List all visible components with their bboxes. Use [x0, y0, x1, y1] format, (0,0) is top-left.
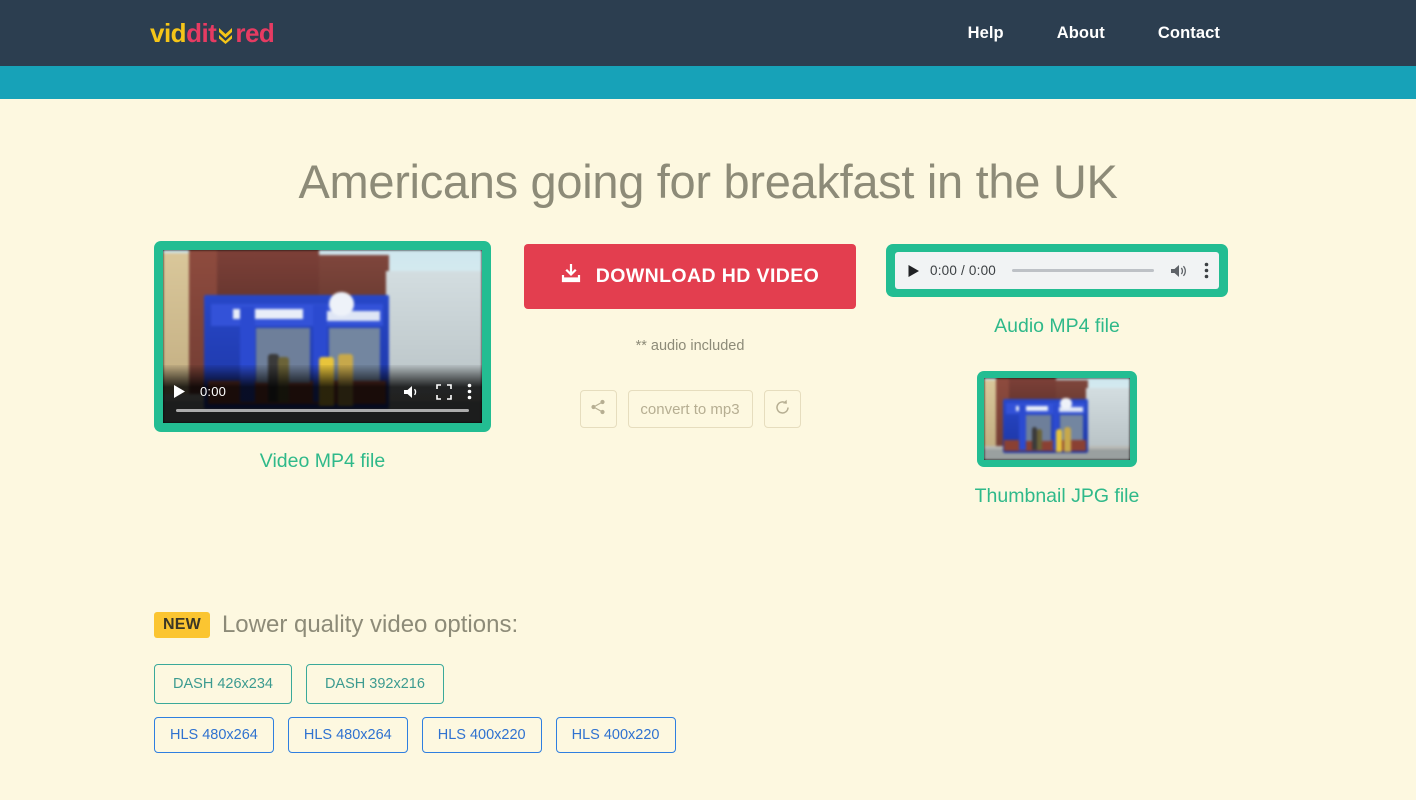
thumbnail-surface: [984, 378, 1130, 460]
hls-option-button[interactable]: HLS 400x220: [421, 717, 542, 753]
dash-option-button[interactable]: DASH 392x216: [305, 664, 444, 704]
video-current-time: 0:00: [200, 384, 227, 399]
logo-text-part2: dit: [186, 18, 217, 48]
video-progress-bar[interactable]: [176, 408, 469, 412]
thumbnail-block: Thumbnail JPG file: [886, 371, 1228, 508]
play-icon[interactable]: [907, 264, 920, 278]
download-hd-video-button[interactable]: DOWNLOAD HD VIDEO: [524, 244, 856, 309]
kebab-menu-icon[interactable]: [467, 383, 472, 400]
accent-bar: [0, 66, 1416, 99]
play-icon[interactable]: [172, 384, 186, 399]
site-logo[interactable]: vid dit red: [150, 18, 275, 48]
logo-text-part3: red: [235, 18, 275, 48]
refresh-button[interactable]: [763, 390, 801, 428]
hls-options-row: HLS 480x264 HLS 480x264 HLS 400x220 HLS …: [154, 717, 676, 753]
download-button-label: DOWNLOAD HD VIDEO: [595, 265, 820, 287]
video-controls: 0:00: [163, 365, 482, 423]
nav-link-contact[interactable]: Contact: [1158, 24, 1220, 43]
lower-quality-title: Lower quality video options:: [221, 611, 519, 638]
hls-option-button[interactable]: HLS 480x264: [154, 717, 274, 753]
share-icon: [590, 399, 606, 419]
dash-options-row: DASH 426x234 DASH 392x216: [154, 664, 676, 704]
video-caption: Video MP4 file: [259, 450, 386, 472]
audio-included-note: ** audio included: [635, 338, 745, 354]
thumbnail-image[interactable]: [977, 371, 1137, 467]
lower-quality-section: NEW Lower quality video options: DASH 42…: [154, 611, 676, 753]
convert-to-mp3-button[interactable]: convert to mp3: [627, 390, 753, 428]
audio-progress-bar[interactable]: [1012, 269, 1154, 272]
logo-text-part1: vid: [150, 18, 187, 48]
lower-quality-heading: NEW Lower quality video options:: [154, 611, 676, 639]
nav-link-help[interactable]: Help: [968, 24, 1004, 43]
download-column: DOWNLOAD HD VIDEO ** audio included conv…: [524, 244, 856, 428]
media-columns: 0:00 Video MP4 file DOWNLOAD HD VIDEO **…: [0, 241, 1416, 507]
video-player[interactable]: 0:00: [154, 241, 491, 432]
top-navbar: vid dit red Help About Contact: [0, 0, 1416, 66]
new-badge: NEW: [154, 612, 210, 638]
dash-option-button[interactable]: DASH 426x234: [154, 664, 292, 704]
kebab-menu-icon[interactable]: [1204, 262, 1209, 279]
thumbnail-caption: Thumbnail JPG file: [974, 485, 1140, 507]
audio-surface[interactable]: 0:00 / 0:00: [895, 252, 1219, 289]
chevron-down-double-icon: [217, 24, 234, 44]
tool-button-row: convert to mp3: [524, 390, 856, 428]
share-button[interactable]: [579, 390, 617, 428]
page-title: Americans going for breakfast in the UK: [298, 155, 1118, 208]
hls-option-button[interactable]: HLS 400x220: [555, 717, 676, 753]
page-body: Americans going for breakfast in the UK: [0, 99, 1416, 800]
download-icon: [561, 263, 581, 290]
video-column: 0:00 Video MP4 file: [154, 241, 491, 473]
refresh-icon: [774, 399, 791, 420]
hls-option-button[interactable]: HLS 480x264: [287, 717, 408, 753]
video-surface[interactable]: 0:00: [163, 250, 482, 423]
audio-time-display: 0:00 / 0:00: [930, 263, 997, 278]
audio-player[interactable]: 0:00 / 0:00: [886, 244, 1228, 297]
volume-icon[interactable]: [403, 384, 421, 400]
main-nav: Help About Contact: [968, 24, 1220, 43]
audio-caption: Audio MP4 file: [994, 315, 1120, 337]
audio-thumbnail-column: 0:00 / 0:00 Audio MP4 file Thumbnail JPG…: [886, 244, 1228, 508]
nav-link-about[interactable]: About: [1057, 24, 1105, 43]
fullscreen-icon[interactable]: [436, 383, 452, 400]
thumbnail-poster-image: [984, 378, 1130, 460]
volume-icon[interactable]: [1170, 263, 1188, 279]
